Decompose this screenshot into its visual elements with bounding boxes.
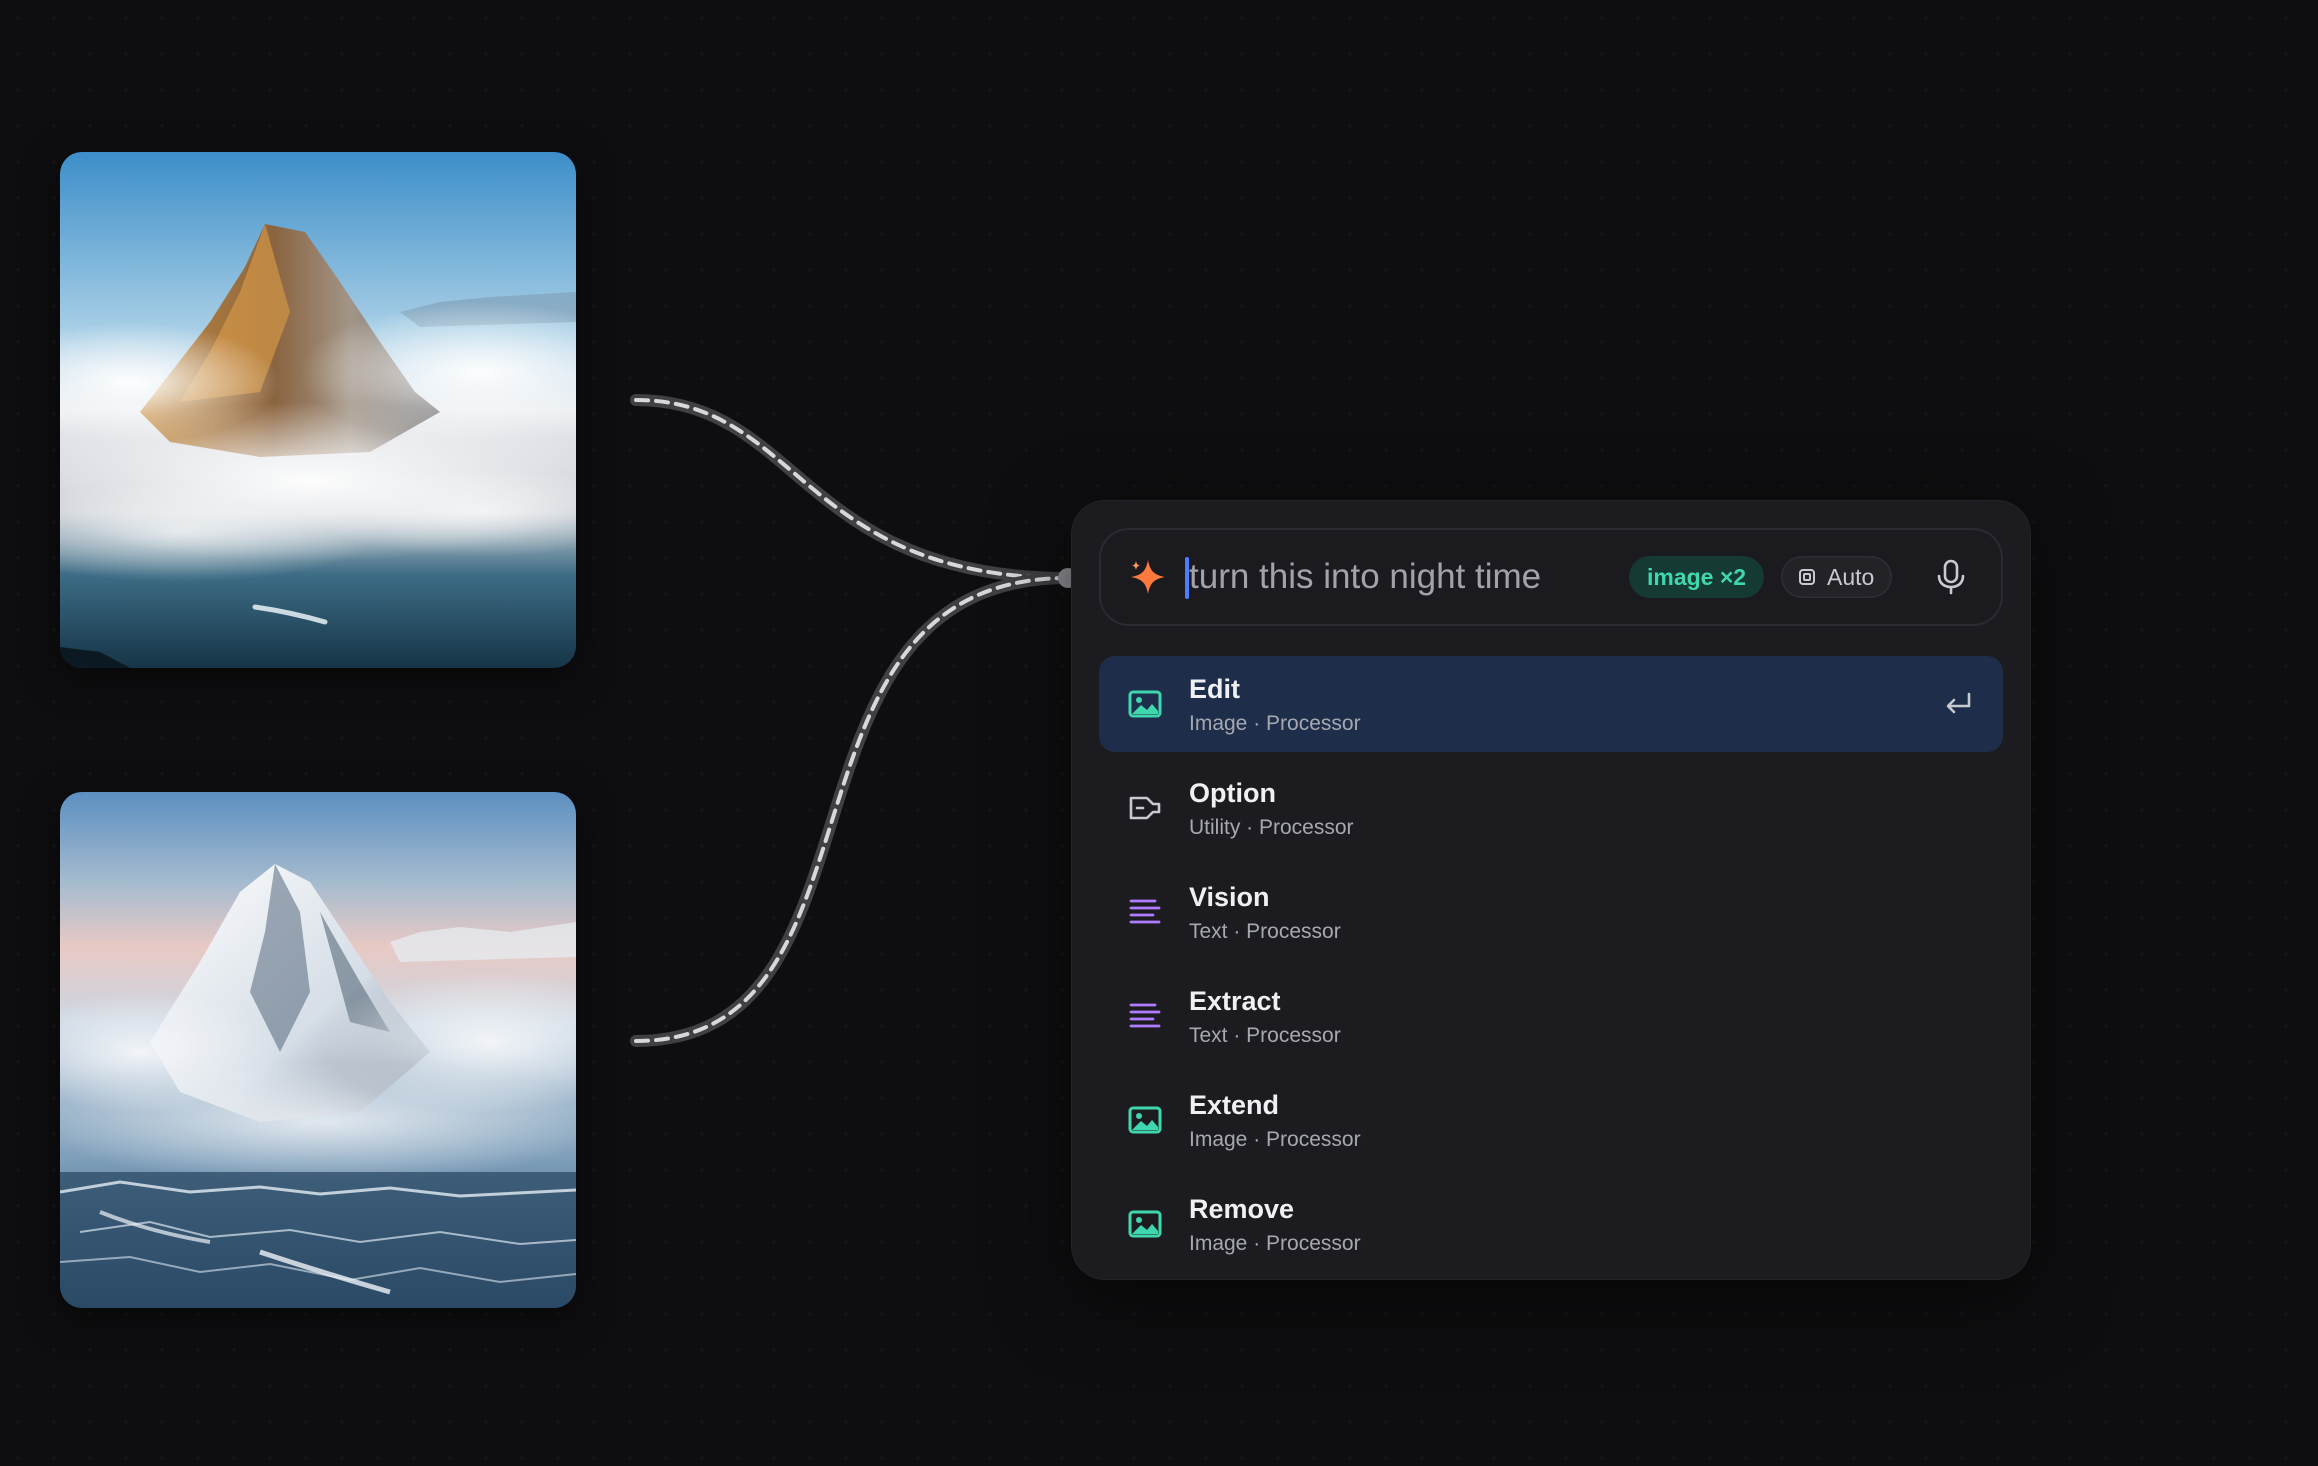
enter-key-icon	[1946, 692, 1971, 714]
menu-item-extend[interactable]: Extend Image · Processor	[1099, 1072, 2003, 1168]
image-icon	[1128, 1106, 1162, 1134]
command-palette: turn this into night time image ×2 Auto …	[1071, 500, 2031, 1280]
menu-item-subtitle: Text · Processor	[1189, 920, 1341, 943]
model-auto-chip[interactable]: Auto	[1781, 556, 1893, 598]
menu-item-edit[interactable]: Edit Image · Processor	[1099, 656, 2003, 752]
image-icon	[1128, 690, 1162, 718]
menu-item-subtitle: Utility · Processor	[1189, 816, 1354, 839]
menu-item-option[interactable]: Option Utility · Processor	[1099, 760, 2003, 856]
chip-cpu-icon	[1799, 569, 1815, 585]
sparkle-icon	[1131, 560, 1165, 594]
menu-item-subtitle: Image · Processor	[1189, 1128, 1361, 1151]
menu-item-title: Vision	[1189, 882, 1270, 912]
menu-item-title: Extract	[1189, 986, 1281, 1016]
menu-item-title: Remove	[1189, 1194, 1295, 1224]
menu-item-title: Extend	[1189, 1090, 1280, 1120]
menu-item-vision[interactable]: Vision Text · Processor	[1099, 864, 2003, 960]
mountain-golden-peak-image[interactable]	[60, 152, 576, 668]
menu-item-subtitle: Text · Processor	[1189, 1024, 1341, 1047]
menu-item-title: Option	[1189, 778, 1276, 808]
model-auto-label: Auto	[1827, 563, 1875, 590]
menu-item-remove[interactable]: Remove Image · Processor	[1099, 1176, 2003, 1272]
prompt-bar[interactable]: turn this into night time image ×2 Auto	[1099, 528, 2003, 626]
menu-item-subtitle: Image · Processor	[1189, 712, 1361, 735]
mountain-snow-peak-image[interactable]	[60, 792, 576, 1308]
processor-list: Edit Image · Processor Option Utility · …	[1099, 656, 2003, 1280]
prompt-input[interactable]: turn this into night time	[1189, 554, 1541, 600]
option-icon	[1129, 796, 1161, 820]
menu-item-extract[interactable]: Extract Text · Processor	[1099, 968, 2003, 1064]
microphone-icon[interactable]	[1931, 557, 1971, 597]
image-count-chip[interactable]: image ×2	[1629, 556, 1765, 598]
menu-item-title: Edit	[1189, 674, 1240, 704]
image-icon	[1128, 1210, 1162, 1238]
text-lines-icon	[1129, 899, 1161, 924]
text-lines-icon	[1129, 1003, 1161, 1028]
menu-item-subtitle: Image · Processor	[1189, 1232, 1361, 1255]
